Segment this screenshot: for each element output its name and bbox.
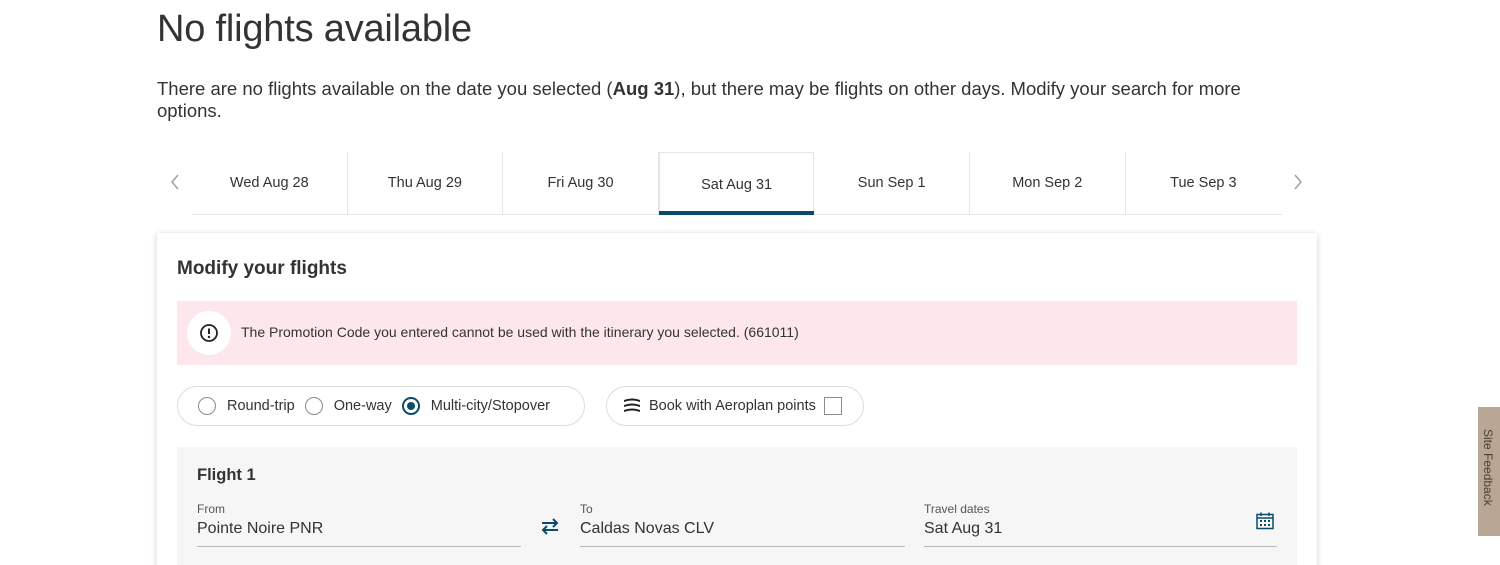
- date-tabs: Wed Aug 28 Thu Aug 29 Fri Aug 30 Sat Aug…: [192, 152, 1282, 215]
- radio-button-checked[interactable]: [401, 397, 420, 415]
- date-tab-label: Tue Sep 3: [1170, 175, 1237, 191]
- date-tab-selected[interactable]: Sat Aug 31: [658, 152, 815, 215]
- modify-flights-card: Modify your flights The Promotion Code y…: [157, 233, 1317, 565]
- date-tab[interactable]: Tue Sep 3: [1126, 152, 1282, 214]
- aeroplan-label: Book with Aeroplan points: [649, 398, 816, 414]
- radio-button[interactable]: [198, 397, 216, 415]
- travel-dates-label: Travel dates: [924, 502, 990, 516]
- date-tab[interactable]: Wed Aug 28: [192, 152, 348, 214]
- radio-label: One-way: [333, 398, 392, 414]
- date-tab[interactable]: Mon Sep 2: [970, 152, 1126, 214]
- radio-round-trip[interactable]: Round-trip: [198, 397, 295, 415]
- date-tab[interactable]: Fri Aug 30: [503, 152, 659, 214]
- aeroplan-points-toggle[interactable]: Book with Aeroplan points: [606, 386, 864, 426]
- date-tab-label: Wed Aug 28: [229, 175, 309, 191]
- date-tab[interactable]: Sun Sep 1: [814, 152, 970, 214]
- page-title: No flights available: [157, 8, 472, 50]
- flight-1-panel: Flight 1 From Pointe Noire PNR To Caldas…: [177, 447, 1297, 565]
- promo-code-alert: The Promotion Code you entered cannot be…: [177, 301, 1297, 365]
- flight-label: Flight 1: [197, 466, 256, 484]
- travel-dates-value[interactable]: Sat Aug 31: [924, 519, 1277, 539]
- chevron-left-icon[interactable]: [165, 168, 185, 198]
- intro-text-before: There are no flights available on the da…: [157, 78, 613, 99]
- site-feedback-label: Site Feedback: [1481, 429, 1495, 506]
- date-tab-label: Mon Sep 2: [1012, 175, 1083, 191]
- date-strip: Wed Aug 28 Thu Aug 29 Fri Aug 30 Sat Aug…: [157, 152, 1317, 215]
- to-value[interactable]: Caldas Novas CLV: [580, 519, 905, 539]
- travel-dates-field[interactable]: Travel dates Sat Aug 31: [924, 502, 1277, 547]
- trip-type-selector: Round-trip One-way Multi-city/Stopover: [177, 386, 585, 426]
- radio-label: Multi-city/Stopover: [430, 398, 550, 414]
- date-tab-label: Sun Sep 1: [857, 175, 926, 191]
- chevron-right-icon[interactable]: [1288, 168, 1308, 198]
- swap-arrows-icon[interactable]: [539, 515, 561, 537]
- to-label: To: [580, 502, 593, 516]
- from-field[interactable]: From Pointe Noire PNR: [197, 502, 521, 547]
- site-feedback-tab[interactable]: Site Feedback: [1478, 407, 1500, 536]
- date-tab-label: Fri Aug 30: [547, 175, 614, 191]
- alert-message: The Promotion Code you entered cannot be…: [241, 324, 799, 340]
- radio-multi-city[interactable]: Multi-city/Stopover: [401, 397, 550, 415]
- to-field[interactable]: To Caldas Novas CLV: [580, 502, 905, 547]
- aeroplan-logo-icon: [623, 397, 641, 415]
- date-tab[interactable]: Thu Aug 29: [348, 152, 504, 214]
- date-tab-label: Sat Aug 31: [701, 176, 773, 193]
- radio-one-way[interactable]: One-way: [304, 397, 392, 415]
- date-tab-label: Thu Aug 29: [387, 175, 462, 191]
- calendar-icon[interactable]: [1255, 511, 1275, 536]
- page: No flights available There are no flight…: [0, 0, 1500, 565]
- exclamation-circle-icon: [187, 311, 231, 355]
- modify-flights-title: Modify your flights: [177, 258, 347, 279]
- aeroplan-checkbox[interactable]: [823, 397, 842, 415]
- from-label: From: [197, 502, 225, 516]
- intro-selected-date: Aug 31: [612, 78, 675, 99]
- from-value[interactable]: Pointe Noire PNR: [197, 519, 521, 539]
- radio-label: Round-trip: [227, 398, 295, 414]
- intro-message: There are no flights available on the da…: [157, 78, 1267, 122]
- radio-button[interactable]: [304, 397, 323, 415]
